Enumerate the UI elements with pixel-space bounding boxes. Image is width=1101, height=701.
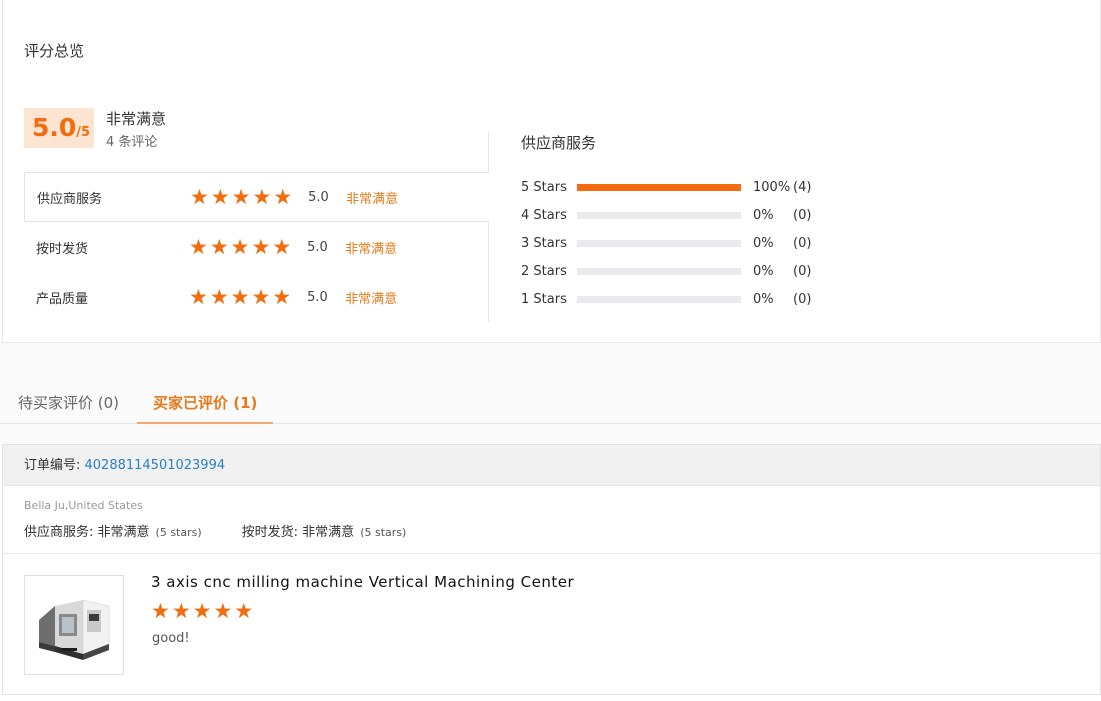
rating-value: 5.0 xyxy=(308,189,329,205)
rating-name: 供应商服务 xyxy=(37,191,103,207)
active-tab-indicator xyxy=(137,422,273,424)
rating-row-on-time-delivery[interactable]: 按时发货 ★ ★ ★ ★ ★ 5.0 非常满意 xyxy=(24,222,489,272)
cnc-machine-thumbnail xyxy=(39,599,110,660)
aspect-on-time-delivery: 按时发货: 非常满意 (5 stars) xyxy=(242,521,407,540)
distribution-count: (0) xyxy=(793,235,812,251)
rating-value: 5.0 xyxy=(307,239,328,255)
rating-name: 按时发货 xyxy=(36,241,89,257)
rating-row-supplier-service[interactable]: 供应商服务 ★ ★ ★ ★ ★ 5.0 非常满意 xyxy=(24,172,489,222)
distribution-row-2-stars: 2 Stars 0% (0) xyxy=(521,262,823,280)
tab-buyer-reviewed[interactable]: 买家已评价 (1) xyxy=(153,392,257,413)
star-icon: ★ xyxy=(272,234,292,259)
distribution-count: (0) xyxy=(793,207,812,223)
aspect-stars: (5 stars) xyxy=(360,526,407,539)
star-icon: ★ xyxy=(251,284,271,309)
product-title[interactable]: 3 axis cnc milling machine Vertical Mach… xyxy=(151,573,574,591)
star-icon: ★ xyxy=(234,599,254,623)
star-icon: ★ xyxy=(230,284,250,309)
star-icon: ★ xyxy=(272,284,292,309)
star-icon: ★ xyxy=(251,234,271,259)
rating-stars: ★ ★ ★ ★ ★ xyxy=(189,284,292,309)
distribution-bar xyxy=(577,267,741,275)
order-number-link[interactable]: 40288114501023994 xyxy=(85,458,226,473)
star-icon: ★ xyxy=(273,184,293,209)
overall-score: 5.0 xyxy=(32,113,77,142)
review-aspects: 供应商服务: 非常满意 (5 stars) 按时发货: 非常满意 (5 stars) xyxy=(24,521,406,540)
review-card: 订单编号: 40288114501023994 Bella Ju,United … xyxy=(2,444,1101,695)
distribution-percent: 100% xyxy=(753,179,791,195)
distribution-row-5-stars: 5 Stars 100% (4) xyxy=(521,178,823,196)
aspect-stars: (5 stars) xyxy=(155,526,202,539)
aspect-value: 非常满意 xyxy=(302,525,355,540)
order-bar: 订单编号: 40288114501023994 xyxy=(3,445,1100,486)
distribution-label: 4 Stars xyxy=(521,207,567,223)
distribution-row-1-stars: 1 Stars 0% (0) xyxy=(521,290,823,308)
distribution-row-3-stars: 3 Stars 0% (0) xyxy=(521,234,823,252)
distribution-row-4-stars: 4 Stars 0% (0) xyxy=(521,206,823,224)
review-tabs: 待买家评价 (0) 买家已评价 (1) xyxy=(0,378,1101,424)
distribution-bar-fill xyxy=(577,183,741,191)
distribution-bar xyxy=(577,239,741,247)
distribution-bar xyxy=(577,183,741,191)
rating-stars: ★ ★ ★ ★ ★ xyxy=(189,234,292,259)
star-icon: ★ xyxy=(189,284,208,309)
star-icon: ★ xyxy=(192,599,212,623)
star-icon: ★ xyxy=(190,184,209,209)
rating-summary-card: 评分总览 5.0/5 非常满意 4 条评论 供应商服务 ★ ★ ★ ★ ★ 5.0 非常… xyxy=(2,0,1101,343)
distribution-count: (0) xyxy=(793,263,812,279)
star-icon: ★ xyxy=(213,599,233,623)
review-divider xyxy=(3,553,1100,554)
rating-row-product-quality[interactable]: 产品质量 ★ ★ ★ ★ ★ 5.0 非常满意 xyxy=(24,272,489,322)
star-icon: ★ xyxy=(171,599,191,623)
tab-pending-reviews[interactable]: 待买家评价 (0) xyxy=(18,392,119,413)
buyer-info: Bella Ju,United States xyxy=(24,499,143,512)
rating-desc: 非常满意 xyxy=(345,241,398,257)
overall-score-denominator: /5 xyxy=(76,125,91,140)
star-icon: ★ xyxy=(210,184,230,209)
aspect-label: 供应商服务: xyxy=(24,525,98,540)
distribution-percent: 0% xyxy=(753,207,774,223)
distribution-label: 5 Stars xyxy=(521,179,567,195)
distribution-count: (0) xyxy=(793,291,812,307)
summary-title: 评分总览 xyxy=(24,42,85,60)
distribution-label: 2 Stars xyxy=(521,263,567,279)
rating-name: 产品质量 xyxy=(36,291,89,307)
overall-score-badge: 5.0/5 xyxy=(24,108,94,148)
star-icon: ★ xyxy=(231,184,251,209)
distribution-percent: 0% xyxy=(753,235,774,251)
star-icon: ★ xyxy=(252,184,272,209)
star-icon: ★ xyxy=(209,284,229,309)
rating-value: 5.0 xyxy=(307,289,328,305)
star-icon: ★ xyxy=(209,234,229,259)
distribution-count: (4) xyxy=(793,179,812,195)
aspect-supplier-service: 供应商服务: 非常满意 (5 stars) xyxy=(24,521,202,540)
rating-stars: ★ ★ ★ ★ ★ xyxy=(190,184,293,209)
overall-score-label: 非常满意 xyxy=(106,110,167,128)
star-icon: ★ xyxy=(151,599,170,623)
aspect-label: 按时发货: xyxy=(241,525,303,540)
distribution-bar xyxy=(577,295,741,303)
distribution-title: 供应商服务 xyxy=(521,134,597,152)
distribution-percent: 0% xyxy=(753,291,774,307)
review-count: 4 条评论 xyxy=(106,135,158,150)
order-label: 订单编号: xyxy=(24,458,85,473)
distribution-label: 1 Stars xyxy=(521,291,567,307)
star-icon: ★ xyxy=(230,234,250,259)
rating-desc: 非常满意 xyxy=(346,191,399,207)
review-stars: ★ ★ ★ ★ ★ xyxy=(151,601,253,622)
distribution-label: 3 Stars xyxy=(521,235,567,251)
distribution-percent: 0% xyxy=(753,263,774,279)
aspect-value: 非常满意 xyxy=(97,525,150,540)
product-thumbnail[interactable] xyxy=(24,575,124,675)
star-icon: ★ xyxy=(189,234,208,259)
rating-desc: 非常满意 xyxy=(345,291,398,307)
distribution-bar xyxy=(577,211,741,219)
review-text: good! xyxy=(152,631,190,646)
